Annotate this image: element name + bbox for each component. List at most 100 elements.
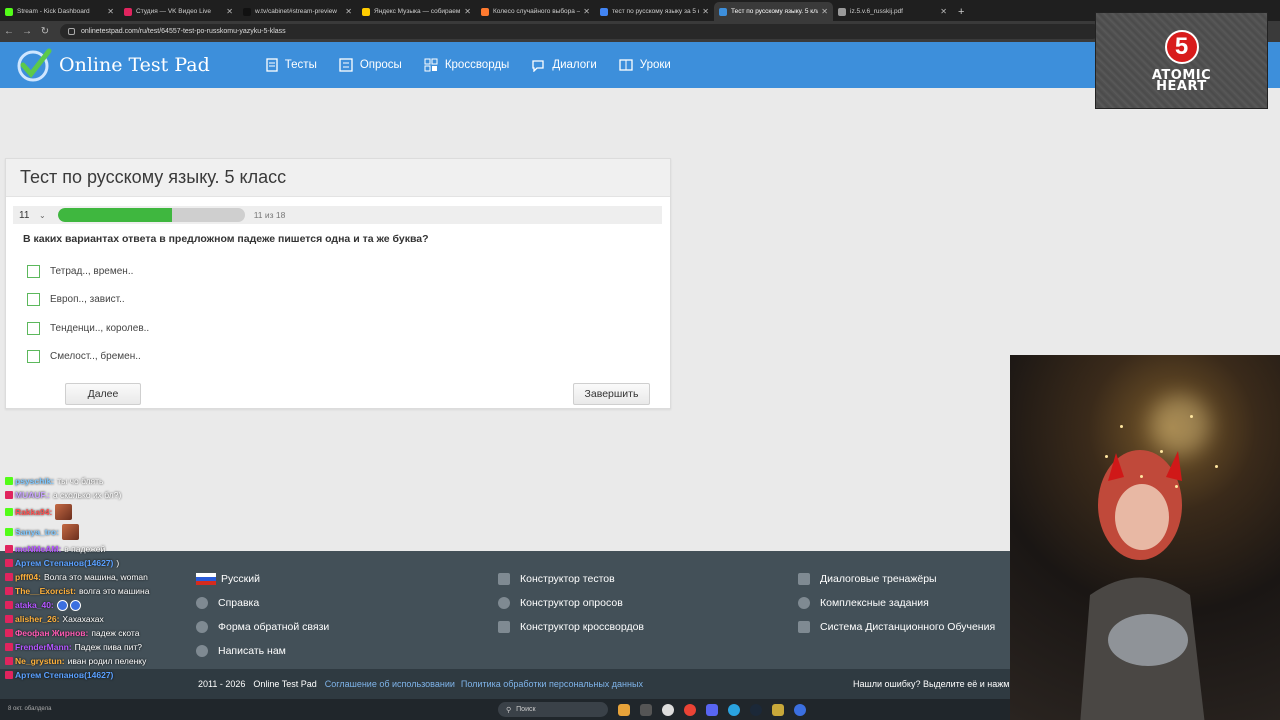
- reload-icon[interactable]: ↻: [36, 26, 54, 37]
- fairy-light: [1105, 455, 1108, 458]
- telegram-icon[interactable]: [728, 703, 740, 716]
- answer-option-label: Тетрад.., времен..: [50, 265, 134, 277]
- fairy-light: [1140, 475, 1143, 478]
- finish-button[interactable]: Завершить: [573, 383, 650, 405]
- url-input[interactable]: onlinetestpad.com/ru/test/64557-test-po-…: [60, 24, 1100, 39]
- nav-dialogs-label: Диалоги: [552, 59, 597, 71]
- platform-badge-icon: [5, 615, 13, 623]
- close-icon[interactable]: ✕: [821, 7, 828, 16]
- steam-icon[interactable]: [750, 703, 762, 716]
- close-icon[interactable]: ✕: [226, 7, 233, 16]
- chat-text: ): [116, 558, 120, 568]
- platform-badge-icon: [5, 545, 13, 553]
- close-icon[interactable]: ✕: [345, 7, 352, 16]
- question-number-select[interactable]: 11: [19, 210, 39, 221]
- privacy-link[interactable]: Политика обработки персональных данных: [461, 679, 643, 689]
- browser-tab[interactable]: Колесо случайного выбора – С ✕: [476, 2, 595, 21]
- progress-text: 11 из 18: [253, 210, 286, 220]
- footer-lms[interactable]: Система Дистанционного Обучения: [798, 615, 995, 639]
- browser-tab[interactable]: тест по русскому языку за 5 кл ✕: [595, 2, 714, 21]
- back-icon[interactable]: ←: [0, 26, 18, 37]
- new-tab-icon[interactable]: +: [952, 6, 970, 21]
- discord-icon[interactable]: [706, 703, 718, 716]
- chat-message: Sanya_tro:: [5, 522, 205, 542]
- browser-tab[interactable]: Студия — VK Видео Live ✕: [119, 2, 238, 21]
- poll-icon: [339, 58, 353, 72]
- answer-option[interactable]: Тенденци.., королев..: [27, 314, 670, 343]
- nav-crosswords[interactable]: Кроссворды: [424, 58, 509, 72]
- chat-username: Артем Степанов(14627): [15, 558, 114, 568]
- footer-complex-tasks[interactable]: Комплексные задания: [798, 591, 995, 615]
- game-title: ATOMIC HEART: [1152, 69, 1211, 93]
- nav-lessons[interactable]: Уроки: [619, 58, 671, 72]
- platform-badge-icon: [5, 491, 13, 499]
- browser-tab[interactable]: Яндекс Музыка — собираем м ✕: [357, 2, 476, 21]
- progress-bar: [57, 208, 245, 222]
- footer-poll-constructor[interactable]: Конструктор опросов: [498, 591, 644, 615]
- next-button[interactable]: Далее: [65, 383, 141, 405]
- messenger-icon[interactable]: [794, 703, 806, 716]
- browser-tab[interactable]: Stream - Kick Dashboard ✕: [0, 2, 119, 21]
- obs-icon[interactable]: [662, 703, 674, 716]
- footer-write-label: Написать нам: [218, 645, 286, 657]
- error-report-note: Нашли ошибку? Выделите её и нажм: [853, 679, 1010, 689]
- answer-option[interactable]: Европ.., завист..: [27, 286, 670, 315]
- app-icon[interactable]: [640, 703, 652, 716]
- tab-title: w.tv/cabinet#stream-preview: [255, 8, 338, 15]
- footer-language[interactable]: Русский: [196, 567, 329, 591]
- footer-help-label: Справка: [218, 597, 260, 609]
- footer-test-constructor-label: Конструктор тестов: [520, 573, 615, 585]
- chat-message: pfff04: Волга это машина, woman: [5, 570, 205, 584]
- chat-username: pfff04:: [15, 572, 41, 582]
- footer-crossword-constructor[interactable]: Конструктор кроссвордов: [498, 615, 644, 639]
- browser-tab[interactable]: iz.5.v.6_russkij.pdf ✕: [833, 2, 952, 21]
- lock-icon[interactable]: [772, 703, 784, 716]
- footer-lms-label: Система Дистанционного Обучения: [820, 621, 996, 633]
- url-text: onlinetestpad.com/ru/test/64557-test-po-…: [81, 28, 286, 35]
- footer-help-link[interactable]: Справка: [196, 591, 329, 615]
- document-icon: [266, 58, 278, 72]
- checkbox[interactable]: [27, 350, 40, 364]
- emote-icon: [55, 504, 73, 520]
- forward-icon[interactable]: →: [18, 26, 36, 37]
- platform-badge-icon: [5, 587, 13, 595]
- fairy-light: [1215, 465, 1218, 468]
- close-icon[interactable]: ✕: [940, 7, 947, 16]
- close-icon[interactable]: ✕: [702, 7, 709, 16]
- chat-message: The__Exorcist: волга это машина: [5, 584, 205, 598]
- footer-test-constructor[interactable]: Конструктор тестов: [498, 567, 644, 591]
- fairy-light: [1175, 485, 1178, 488]
- file-explorer-icon[interactable]: [618, 703, 630, 716]
- answer-option[interactable]: Смелост.., бремен..: [27, 343, 670, 372]
- browser-tab[interactable]: Тест по русскому языку. 5 клас ✕: [714, 2, 833, 21]
- answer-option[interactable]: Тетрад.., времен..: [27, 257, 670, 286]
- terms-link[interactable]: Соглашение об использовании: [325, 679, 455, 689]
- site-info-icon[interactable]: [68, 28, 75, 35]
- tab-title: iz.5.v.6_russkij.pdf: [850, 8, 903, 15]
- close-icon[interactable]: ✕: [583, 7, 590, 16]
- browser-tab[interactable]: w.tv/cabinet#stream-preview ✕: [238, 2, 357, 21]
- taskbar-status: 8 окт. обалдела: [8, 706, 52, 712]
- tab-favicon-icon: [362, 7, 370, 16]
- chat-username: FrenderMann:: [15, 642, 72, 652]
- close-icon[interactable]: ✕: [464, 7, 471, 16]
- taskbar-search[interactable]: ⚲ Поиск: [498, 702, 608, 717]
- chevron-down-icon[interactable]: ⌄: [39, 211, 46, 220]
- nav-polls[interactable]: Опросы: [339, 58, 402, 72]
- nav-dialogs[interactable]: Диалоги: [531, 58, 597, 72]
- site-logo[interactable]: Online Test Pad: [15, 47, 210, 83]
- footer-feedback-link[interactable]: Форма обратной связи: [196, 615, 329, 639]
- chat-username: The__Exorcist:: [15, 586, 76, 596]
- progress-bar-fill: [57, 208, 172, 222]
- close-icon[interactable]: ✕: [107, 7, 114, 16]
- checkbox[interactable]: [27, 293, 40, 307]
- footer-dialog-trainers[interactable]: Диалоговые тренажёры: [798, 567, 995, 591]
- tab-favicon-icon: [719, 7, 727, 16]
- nav-tests[interactable]: Тесты: [266, 58, 317, 72]
- footer-write-link[interactable]: Написать нам: [196, 639, 329, 663]
- chrome-icon[interactable]: [684, 703, 696, 716]
- checkbox[interactable]: [27, 321, 40, 335]
- checkbox[interactable]: [27, 264, 40, 278]
- taskbar-search-placeholder: Поиск: [516, 706, 536, 713]
- brand-badge: 5: [1164, 29, 1199, 64]
